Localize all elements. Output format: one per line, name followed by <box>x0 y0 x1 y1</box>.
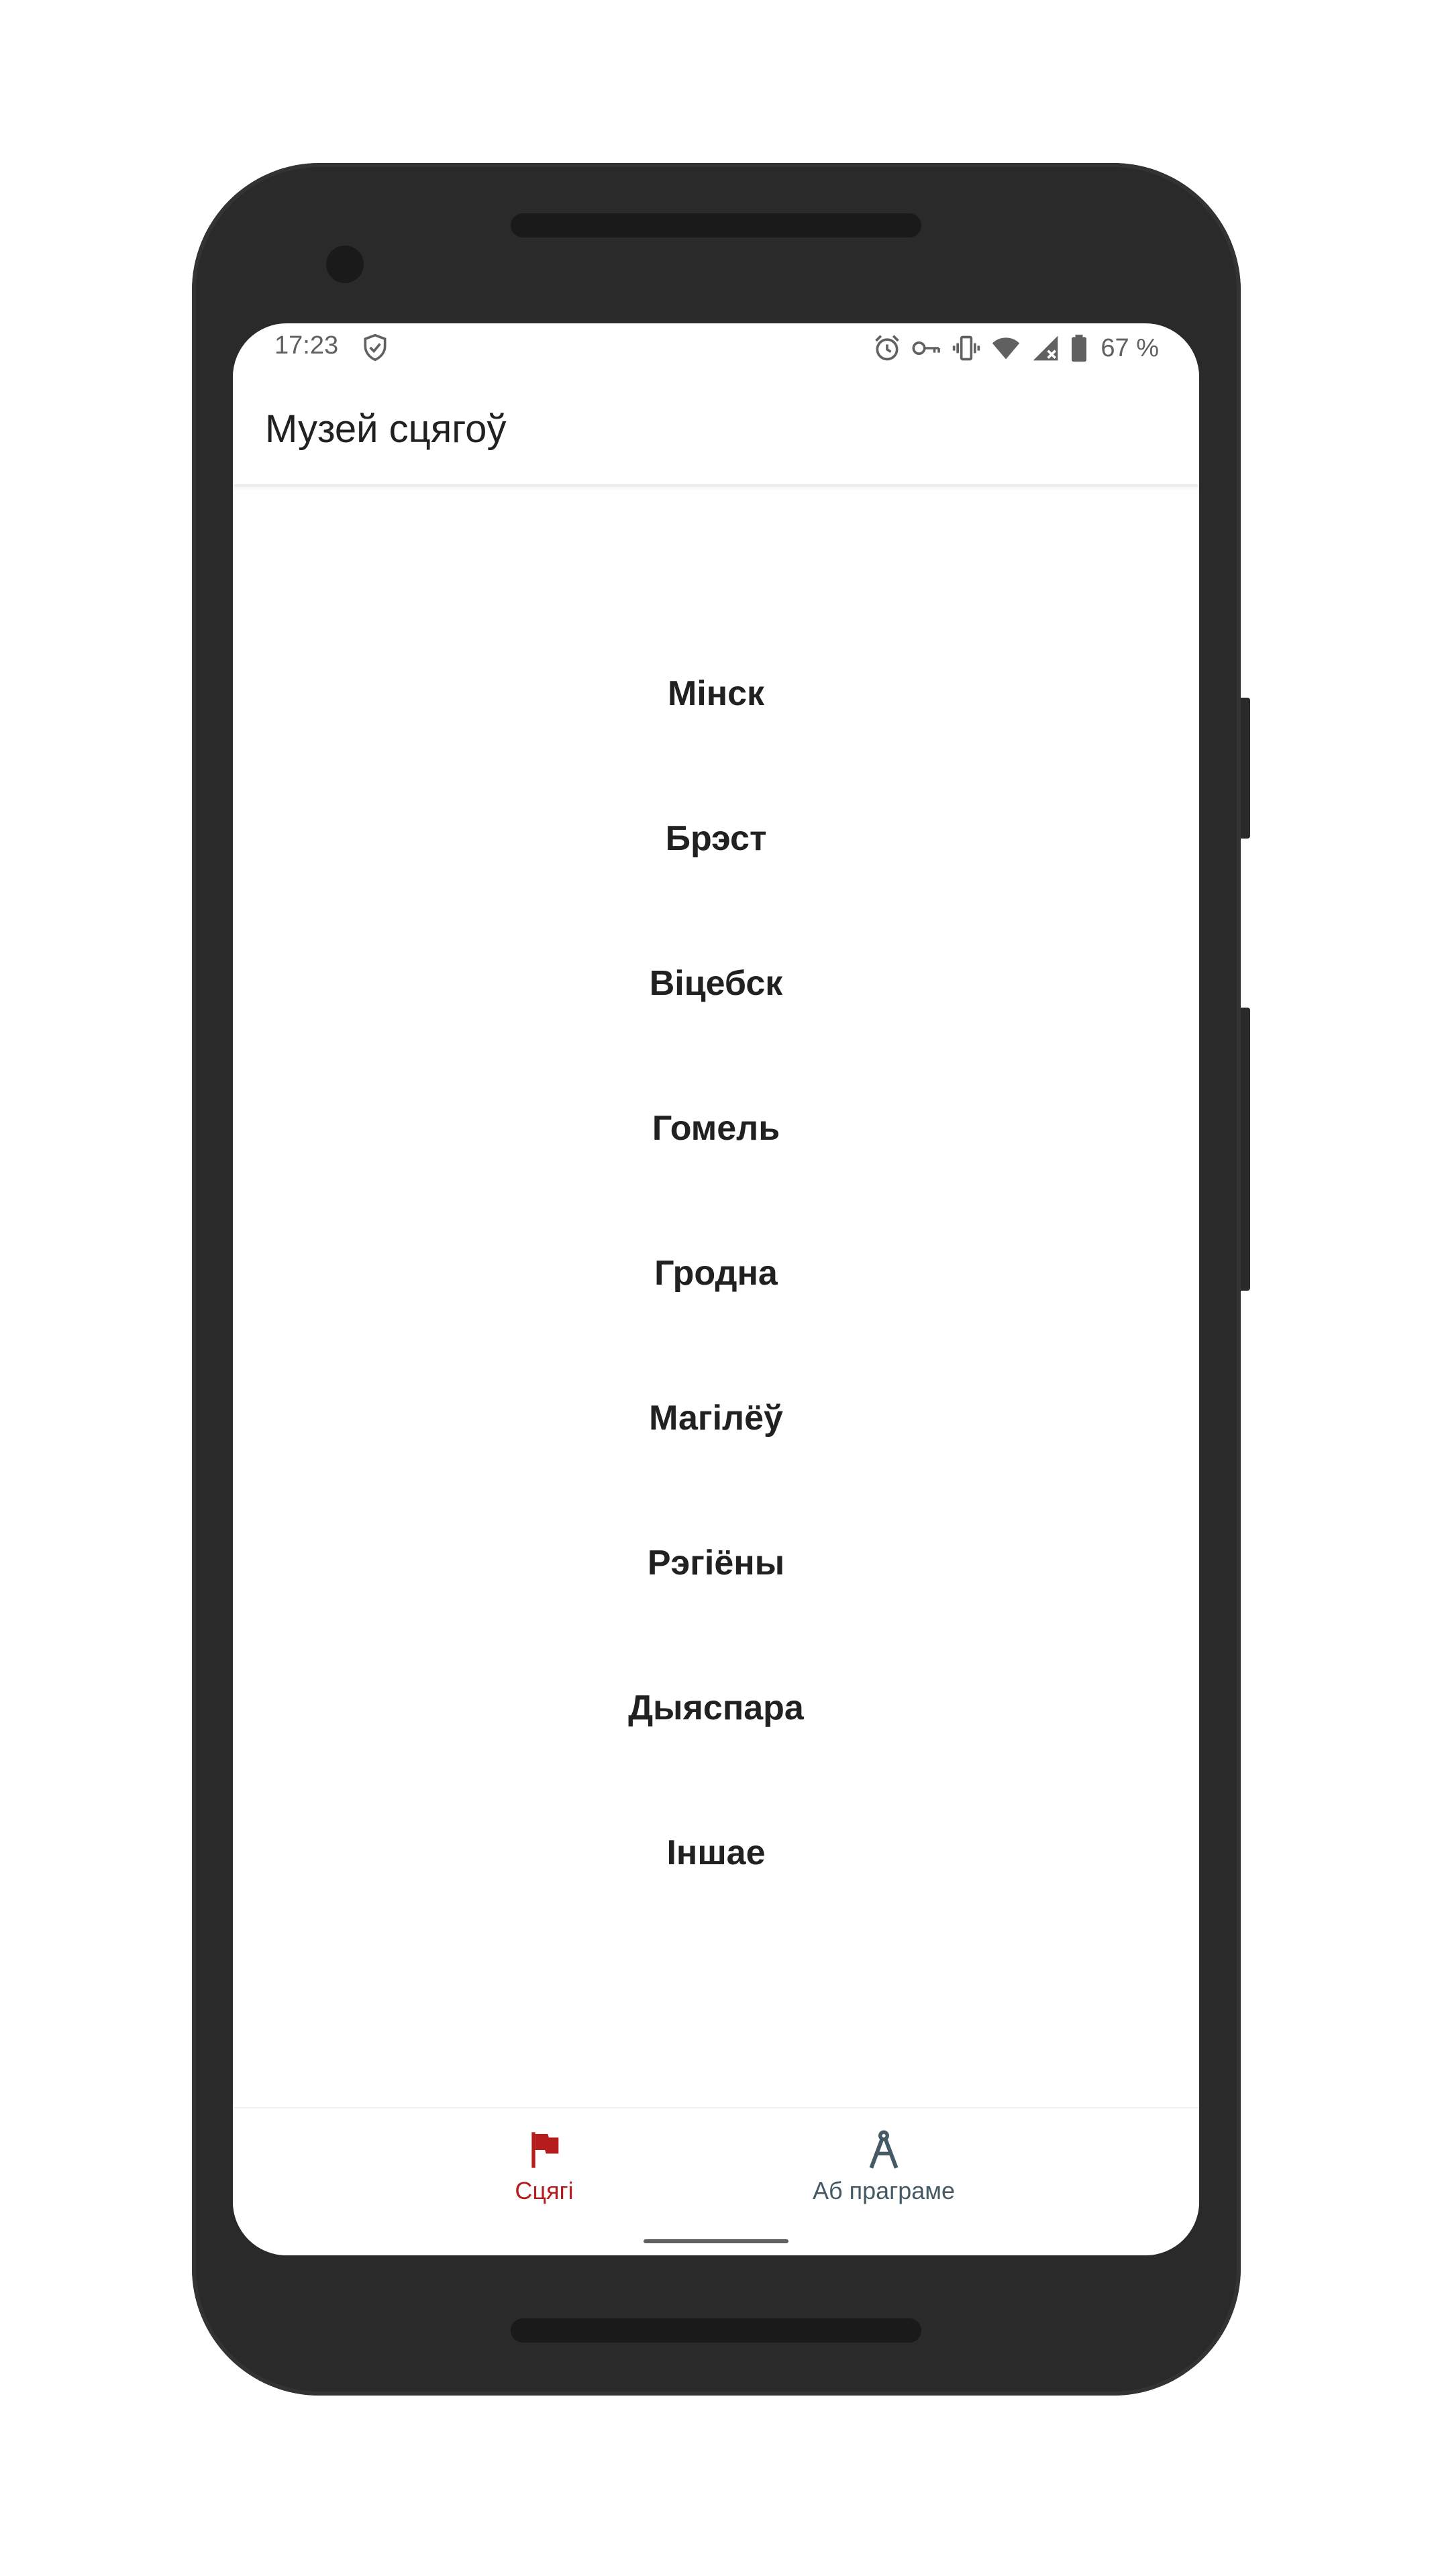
compass-icon <box>869 2130 899 2169</box>
nav-label-flags: Сцягі <box>515 2177 574 2204</box>
vpn-key-icon <box>912 341 941 356</box>
list-item-regions[interactable]: Рэгіёны <box>233 1491 1199 1635</box>
bottom-navigation: Сцягі Аб праграме <box>233 2107 1199 2255</box>
list-item-mogilev[interactable]: Магілёў <box>233 1346 1199 1491</box>
home-indicator[interactable] <box>644 2239 788 2243</box>
app-bar: Музей сцягоў <box>233 372 1199 484</box>
page-title: Музей сцягоў <box>265 407 507 451</box>
front-camera <box>326 246 364 283</box>
volume-button <box>1241 1008 1250 1291</box>
nav-tab-about[interactable]: Аб праграме <box>750 2108 1018 2216</box>
screen: 17:23 67 % Музей сцягоў Мінск Брэст Віце… <box>233 323 1199 2255</box>
alarm-icon <box>875 335 900 361</box>
list-item-grodno[interactable]: Гродна <box>233 1201 1199 1346</box>
status-icons: 67 % <box>872 331 1159 365</box>
signal-icon <box>1033 335 1058 361</box>
flag-icon <box>531 2132 559 2168</box>
nav-tab-flags[interactable]: Сцягі <box>410 2108 678 2216</box>
power-button <box>1241 698 1250 839</box>
battery-icon <box>1072 334 1087 362</box>
list-item-other[interactable]: Іншае <box>233 1780 1199 1925</box>
list-item-diaspora[interactable]: Дыяспара <box>233 1635 1199 1780</box>
status-bar: 17:23 67 % <box>233 323 1199 372</box>
status-time: 17:23 <box>274 331 339 360</box>
region-list: Мінск Брэст Віцебск Гомель Гродна Магілё… <box>233 484 1199 2084</box>
list-item-minsk[interactable]: Мінск <box>233 621 1199 766</box>
list-item-vitebsk[interactable]: Віцебск <box>233 911 1199 1056</box>
wifi-icon <box>992 337 1020 360</box>
list-item-brest[interactable]: Брэст <box>233 766 1199 911</box>
nav-label-about: Аб праграме <box>812 2177 956 2204</box>
vibrate-icon <box>953 335 980 361</box>
battery-percent: 67 % <box>1101 333 1159 362</box>
list-item-gomel[interactable]: Гомель <box>233 1056 1199 1201</box>
shield-check-icon <box>364 333 387 362</box>
top-speaker <box>511 213 921 237</box>
bottom-speaker <box>511 2318 921 2343</box>
